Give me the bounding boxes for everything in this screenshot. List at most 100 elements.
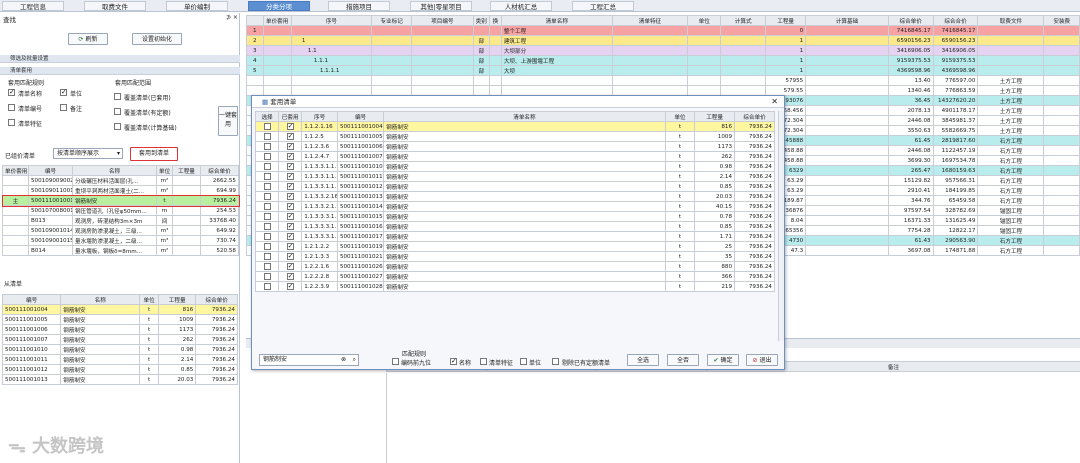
select-cell[interactable]: [254, 131, 280, 142]
used-cell[interactable]: [278, 271, 303, 282]
dialog-row[interactable]: 1.1.2.5500111001005钢筋制安t10097936.24: [254, 131, 775, 142]
sub-list-row[interactable]: 500111001006 钢筋制安 t 1173 7936.24: [1, 324, 238, 335]
list-section-header[interactable]: 清单套用: [0, 67, 240, 75]
select-cell[interactable]: [254, 271, 280, 282]
select-cell[interactable]: [254, 191, 280, 202]
select-checkbox[interactable]: [263, 193, 271, 200]
init-settings-button[interactable]: 设置初始化: [132, 33, 182, 45]
rule-checkbox-2[interactable]: [8, 104, 15, 111]
sub-list-row[interactable]: 500111001007 钢筋制安 t 262 7936.24: [1, 334, 238, 345]
one-key-apply-button[interactable]: 一键套用: [218, 106, 238, 136]
select-cell[interactable]: [254, 181, 280, 192]
main-row[interactable]: 5 1.1.1.1 部大坝 1 4369598.96 4369598.96: [246, 65, 1080, 76]
pin-icon[interactable]: ⊅ ×: [226, 14, 238, 21]
select-checkbox[interactable]: [263, 153, 271, 160]
used-checkbox[interactable]: [286, 263, 294, 270]
used-cell[interactable]: [278, 201, 303, 212]
dialog-row[interactable]: 1.1.2.3.6500111001006钢筋制安t11737936.24: [254, 141, 775, 152]
select-checkbox[interactable]: [263, 263, 271, 270]
select-cell[interactable]: [254, 281, 280, 292]
dialog-row[interactable]: 1.2.1.2.2500111001019钢筋制安t257936.24: [254, 241, 775, 252]
rule-checkbox-4[interactable]: [8, 119, 15, 126]
used-checkbox[interactable]: [286, 183, 294, 190]
used-checkbox[interactable]: [286, 193, 294, 200]
select-all-button[interactable]: 全选: [627, 354, 659, 366]
match-option-checkbox-1[interactable]: [450, 357, 457, 365]
used-cell[interactable]: [278, 151, 303, 162]
select-cell[interactable]: [254, 211, 280, 222]
used-cell[interactable]: [278, 281, 303, 292]
dialog-row[interactable]: 1.1.2.1.16500111001004钢筋制安t8167936.24: [254, 121, 775, 132]
sub-list-row[interactable]: 500111001005 钢筋制安 t 1009 7936.24: [1, 314, 238, 325]
select-checkbox[interactable]: [263, 243, 271, 250]
used-checkbox[interactable]: [286, 173, 294, 180]
exit-button[interactable]: ⊘ 退出: [746, 354, 778, 366]
select-checkbox[interactable]: [263, 183, 271, 190]
org-list-row[interactable]: 500109011001 重坝平洞两材活面灌土(二... m² 694.99: [2, 185, 239, 196]
main-row[interactable]: 57955 13.40 776597.00 土方工程: [246, 75, 1080, 86]
select-cell[interactable]: [254, 201, 280, 212]
select-none-button[interactable]: 全否: [667, 354, 699, 366]
rule-checkbox-1[interactable]: [60, 88, 67, 96]
match-option-checkbox-0[interactable]: [392, 358, 399, 365]
select-cell[interactable]: [254, 161, 280, 172]
select-checkbox[interactable]: [263, 213, 271, 220]
dialog-row[interactable]: 1.1.3.3.2.16500111001013钢筋制安t20.037936.2…: [254, 191, 775, 202]
org-list-row[interactable]: 主 500111001001 钢筋制安 t 7936.24: [1, 194, 240, 207]
used-checkbox[interactable]: [286, 153, 294, 160]
sub-list-row[interactable]: 500111001010 钢筋制安 t 0.98 7936.24: [1, 344, 238, 355]
used-cell[interactable]: [278, 141, 303, 152]
select-checkbox[interactable]: [263, 203, 271, 210]
used-checkbox[interactable]: [286, 123, 294, 130]
range-checkbox-0[interactable]: [114, 93, 121, 100]
used-checkbox[interactable]: [286, 133, 294, 140]
used-cell[interactable]: [278, 231, 303, 242]
dialog-row[interactable]: 1.1.2.4.7500111001007钢筋制安t2627936.24: [254, 151, 775, 162]
range-checkbox-1[interactable]: [114, 108, 121, 115]
select-checkbox[interactable]: [263, 253, 271, 260]
select-cell[interactable]: [254, 171, 280, 182]
select-checkbox[interactable]: [263, 163, 271, 170]
select-checkbox[interactable]: [263, 133, 271, 140]
org-list-row[interactable]: 500109009002 分级碾压材料活面层(孔... m² 2662.55: [2, 175, 239, 186]
clear-icon[interactable]: ⊗: [341, 355, 346, 365]
close-icon[interactable]: ✕: [771, 96, 778, 108]
tab-6[interactable]: 人材机汇总: [490, 1, 552, 11]
main-row[interactable]: 579.55 1340.46 776863.59 土方工程: [246, 85, 1080, 96]
select-cell[interactable]: [254, 121, 280, 132]
used-checkbox[interactable]: [286, 223, 294, 230]
used-cell[interactable]: [278, 161, 303, 172]
apply-to-list-button[interactable]: 套用到清单: [130, 147, 178, 161]
used-cell[interactable]: [278, 171, 303, 182]
tab-5[interactable]: 其他|零星项目: [410, 1, 472, 11]
tab-2[interactable]: 单价编制: [166, 1, 228, 11]
sort-select[interactable]: 按清单顺序展示 ▾: [53, 148, 123, 159]
dialog-row[interactable]: 1.2.2.3.9500111001028钢筋制安t2197936.24: [254, 281, 775, 292]
select-checkbox[interactable]: [263, 173, 271, 180]
range-checkbox-2[interactable]: [114, 123, 121, 130]
select-cell[interactable]: [254, 251, 280, 262]
used-cell[interactable]: [278, 131, 303, 142]
select-checkbox[interactable]: [263, 123, 271, 130]
tab-3[interactable]: 分类分项: [248, 1, 310, 11]
org-list-row[interactable]: B014 量水堰板，钢板δ=8mm... m² 520.58: [2, 245, 239, 256]
used-checkbox[interactable]: [286, 273, 294, 280]
used-cell[interactable]: [278, 261, 303, 272]
dialog-row[interactable]: 1.2.2.1.6500111001026钢筋制安t8807936.24: [254, 261, 775, 272]
dialog-row[interactable]: 1.1.3.3.1.1.500111001010钢筋制安t0.987936.24: [254, 161, 775, 172]
used-cell[interactable]: [278, 221, 303, 232]
used-cell[interactable]: [278, 181, 303, 192]
used-checkbox[interactable]: [286, 253, 294, 260]
sub-list-row[interactable]: 500111001004 钢筋制安 t 816 7936.24: [1, 304, 238, 315]
tab-0[interactable]: 工程信息: [2, 1, 64, 11]
rule-checkbox-3[interactable]: [60, 104, 67, 111]
search-icon[interactable]: ⌕: [353, 355, 356, 365]
org-list-row[interactable]: 500109001014 观测房防渗混凝土，三级... m³ 649.92: [2, 225, 239, 236]
select-checkbox[interactable]: [263, 273, 271, 280]
select-cell[interactable]: [254, 231, 280, 242]
tab-7[interactable]: 工程汇总: [572, 1, 634, 11]
select-cell[interactable]: [254, 241, 280, 252]
select-checkbox[interactable]: [263, 233, 271, 240]
sub-list-row[interactable]: 500111001012 钢筋制安 t 0.85 7936.24: [1, 364, 238, 375]
dialog-row[interactable]: 1.1.3.3.3.1.500111001015钢筋制安t0.787936.24: [254, 211, 775, 222]
